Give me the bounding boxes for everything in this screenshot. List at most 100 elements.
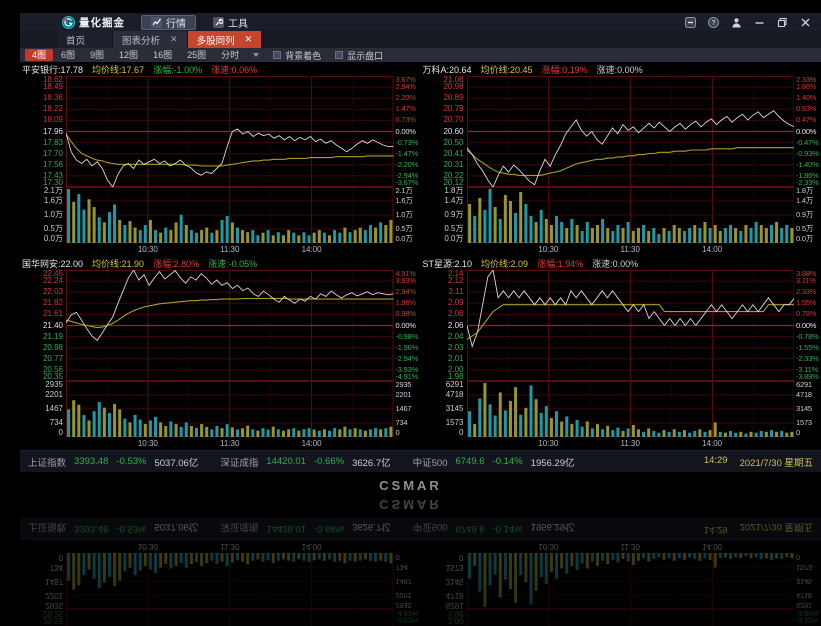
title-bar[interactable]: 量化掘金 行情 工具 (20, 13, 821, 31)
stock-panel-guohua[interactable]: 国华网安:22.00 均价线:21.90 涨幅:2.80% 涨速:-0.05% … (20, 256, 421, 450)
menu-tools[interactable]: 工具 (204, 15, 257, 30)
time-axis: 10:3011:3014:00 (66, 243, 394, 256)
axis-label: 20.77 (20, 355, 63, 363)
axis-label: 21.40 (20, 322, 63, 330)
price-axis-left: 22.4522.2422.0321.8221.6121.4021.1920.98… (20, 270, 66, 381)
layout-25-button[interactable]: 25图 (180, 49, 213, 61)
volume-plot[interactable] (467, 187, 795, 243)
axis-label: 1.55% (796, 299, 821, 307)
price-plot[interactable] (467, 270, 795, 381)
index-change: -0.53% (116, 456, 146, 467)
stock-panel-stxingyuan[interactable]: ST星源:2.10 均价线:2.09 涨幅:1.94% 涨速:0.00% 2.1… (421, 256, 821, 450)
stock-panel-pingan[interactable]: 平安银行:17.78 均价线:17.67 涨幅:-1.00% 涨速:0.06% … (20, 62, 421, 256)
tab-multi-stock-label: 多股同列 (197, 33, 235, 47)
quotes-chart-icon (151, 17, 162, 28)
show-orderbook-checkbox[interactable]: 显示盘口 (335, 49, 383, 62)
time-tick-label: 14:00 (302, 245, 322, 254)
layout-12-button[interactable]: 12图 (112, 49, 145, 61)
axis-label: 0.5万 (20, 225, 63, 233)
axis-label: 1.0万 (20, 211, 63, 219)
axis-label: 18.36 (20, 94, 63, 102)
price-plot[interactable] (66, 270, 394, 381)
axis-label: 22.03 (20, 288, 63, 296)
axis-label: 17.70 (20, 150, 63, 158)
change-speed-label: 涨速:0.00% (597, 63, 643, 76)
time-tick-label: 14:00 (302, 439, 322, 448)
volume-axis-right: 62914718314515730 (794, 381, 821, 437)
axis-label: 2.08 (421, 310, 464, 318)
volume-axis-left: 1.8万1.4万0.9万0.5万0.0万 (421, 187, 467, 243)
tab-multi-stock[interactable]: 多股同列 ✕ (188, 31, 263, 48)
axis-label: 0.00% (396, 128, 421, 136)
axis-label: 3.93% (396, 277, 421, 285)
layout-16-button[interactable]: 16图 (146, 49, 179, 61)
volume-plot[interactable] (467, 381, 795, 437)
minimize-icon[interactable] (753, 16, 765, 28)
index-csi500[interactable]: 中证500 6749.6 -0.14% 1956.29亿 (413, 455, 575, 469)
menu-quotes[interactable]: 行情 (141, 15, 196, 30)
change-speed-label: 涨速:0.06% (211, 63, 257, 76)
axis-label: 2.01 (421, 355, 464, 363)
time-tick-label: 10:30 (538, 245, 558, 254)
axis-label: 3.11% (796, 277, 821, 285)
stock-name-price: ST星源:2.10 (423, 257, 473, 270)
checkbox-icon[interactable] (273, 51, 281, 59)
axis-label: 0.9万 (421, 211, 464, 219)
axis-label: 20.41 (421, 150, 464, 158)
tab-chart-analysis[interactable]: 图表分析 ✕ (113, 31, 188, 48)
user-account-icon[interactable] (730, 16, 742, 28)
axis-label: 4718 (421, 391, 464, 399)
tab-close-icon[interactable]: ✕ (245, 35, 253, 44)
axis-label: 2.12 (421, 277, 464, 285)
tab-chart-analysis-label: 图表分析 (122, 33, 160, 47)
axis-label: 0.00% (396, 322, 421, 330)
chevron-down-icon[interactable] (253, 53, 259, 57)
volume-plot[interactable] (66, 187, 394, 243)
axis-label: 0.73% (396, 116, 421, 124)
axis-label: 21.82 (20, 299, 63, 307)
volume-axis-left: 2.1万1.6万1.0万0.5万0.0万 (20, 187, 66, 243)
background-shading-checkbox[interactable]: 背景着色 (273, 49, 321, 62)
stock-name-price: 平安银行:17.78 (22, 63, 83, 76)
axis-label: 17.96 (20, 128, 63, 136)
tab-close-icon[interactable]: ✕ (170, 35, 178, 44)
axis-label: 1.6万 (20, 197, 63, 205)
panel-toggle-icon[interactable] (684, 16, 696, 28)
axis-label: -1.40% (796, 161, 821, 169)
axis-label: 18.49 (20, 83, 63, 91)
axis-label: 2.1万 (396, 187, 421, 195)
volume-axis-right: 2.1万1.6万1.0万0.5万0.0万 (394, 187, 421, 243)
stock-panel-vanke[interactable]: 万科A:20.64 均价线:20.45 涨幅:0.19% 涨速:0.00% 21… (421, 62, 821, 256)
axis-label: 2.06 (421, 322, 464, 330)
help-icon[interactable]: ? (707, 16, 719, 28)
app-title: 量化掘金 (79, 15, 125, 30)
price-plot[interactable] (66, 76, 394, 187)
change-pct-label: 涨幅:1.94% (537, 257, 583, 270)
index-shanghai[interactable]: 上证指数 3393.48 -0.53% 5037.06亿 (28, 455, 198, 469)
time-axis: 10:3011:3014:00 (66, 437, 394, 450)
volume-axis-left: 2935220114677340 (20, 381, 66, 437)
axis-label: 0.00% (796, 322, 821, 330)
time-tick-label: 14:00 (702, 439, 722, 448)
svg-text:?: ? (711, 20, 715, 27)
axis-label: 0.00% (796, 128, 821, 136)
layout-9-button[interactable]: 9图 (83, 49, 111, 61)
axis-label: 1.47% (396, 105, 421, 113)
tab-home[interactable]: 首页 (57, 31, 113, 48)
layout-6-button[interactable]: 6图 (54, 49, 82, 61)
price-plot[interactable] (467, 76, 795, 187)
volume-plot[interactable] (66, 381, 394, 437)
axis-label: -1.55% (796, 344, 821, 352)
intraday-button[interactable]: 分时 (214, 49, 246, 61)
axis-label: -1.96% (396, 344, 421, 352)
restore-icon[interactable] (776, 16, 788, 28)
checkbox-icon[interactable] (335, 51, 343, 59)
status-bar: 上证指数 3393.48 -0.53% 5037.06亿 深证成指 14420.… (20, 450, 821, 472)
close-icon[interactable] (799, 16, 811, 28)
layout-4-button[interactable]: 4图 (25, 49, 53, 61)
percent-axis-right: 4.91%3.93%2.94%1.96%0.98%0.00%-0.98%-1.9… (394, 270, 421, 381)
index-shenzhen[interactable]: 深证成指 14420.01 -0.66% 3626.7亿 (220, 455, 390, 469)
menu-quotes-label: 行情 (166, 15, 186, 30)
scene: 量化掘金 行情 工具 (0, 495, 821, 626)
avg-price-label: 均价线:17.67 (92, 63, 144, 76)
